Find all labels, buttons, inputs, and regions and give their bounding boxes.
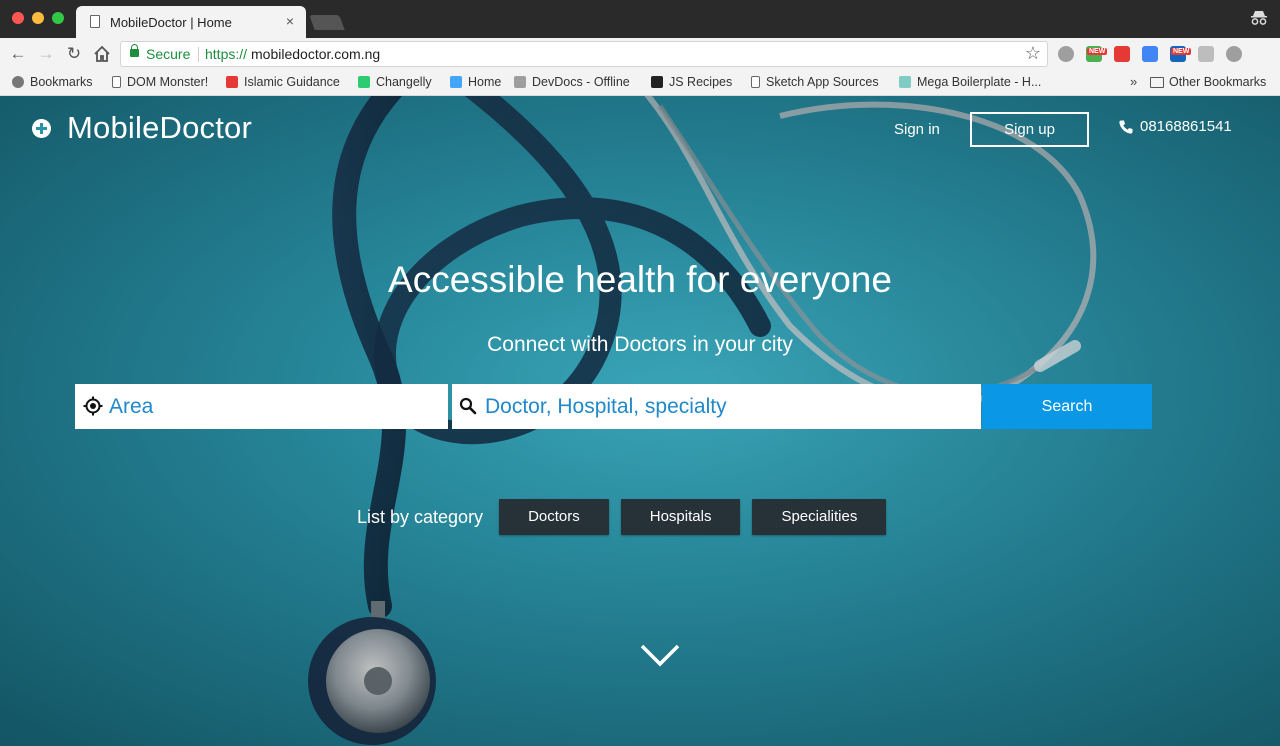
query-input[interactable]	[485, 384, 975, 429]
terminal-icon	[651, 76, 663, 88]
doc-icon	[112, 76, 121, 88]
browser-titlebar: MobileDoctor | Home ×	[0, 0, 1280, 38]
bookmark-item[interactable]: Changelly	[358, 75, 432, 89]
bookmark-label: Islamic Guidance	[244, 75, 340, 89]
bookmark-label: Home	[468, 75, 502, 89]
category-doctors-button[interactable]: Doctors	[499, 499, 609, 535]
bookmark-item[interactable]: JS Recipes	[651, 75, 732, 89]
doc-icon	[751, 76, 760, 88]
site-logo[interactable]: MobileDoctor	[32, 110, 252, 146]
omnibox-divider	[198, 47, 199, 62]
changelly-icon	[358, 76, 370, 88]
phone-contact[interactable]: 08168861541	[1118, 118, 1232, 135]
address-bar[interactable]: Secure https:// mobiledoctor.com.ng ☆	[120, 41, 1048, 67]
bookmark-label: Mega Boilerplate - H...	[917, 75, 1042, 89]
location-target-icon	[83, 396, 103, 416]
chevron-down-icon[interactable]	[640, 642, 680, 670]
tab-close-icon[interactable]: ×	[282, 13, 298, 29]
category-row: List by category Doctors Hospitals Speci…	[357, 499, 898, 535]
query-field[interactable]	[452, 384, 981, 429]
extension-badge: NEW	[1087, 48, 1108, 55]
plus-circle-icon	[32, 118, 51, 138]
other-bookmarks[interactable]: Other Bookmarks	[1150, 75, 1266, 89]
ext-4-icon[interactable]	[1142, 46, 1158, 62]
bookmark-item[interactable]: Mega Boilerplate - H...	[899, 75, 1041, 89]
bookmark-item[interactable]: Home	[450, 75, 501, 89]
bookmark-item[interactable]: Sketch App Sources	[751, 75, 879, 89]
browser-toolbar: ← → ↻ Secure https:// mobiledoctor.com.n…	[0, 38, 1280, 70]
url-scheme: https://	[205, 46, 248, 62]
bookmark-star-icon[interactable]: ☆	[1025, 43, 1041, 64]
bookmarks-overflow-button[interactable]: »	[1130, 74, 1137, 89]
phone-number: 08168861541	[1140, 118, 1232, 135]
hero-section: MobileDoctor Sign in Sign up 08168861541…	[0, 96, 1280, 746]
page-icon	[90, 15, 100, 28]
forward-arrow-icon[interactable]: →	[35, 43, 57, 65]
area-field[interactable]	[75, 384, 448, 429]
home-icon[interactable]	[91, 43, 113, 65]
hero-subheadline: Connect with Doctors in your city	[487, 333, 793, 356]
ext-6-icon[interactable]	[1198, 46, 1214, 62]
incognito-icon	[1251, 11, 1267, 25]
search-button[interactable]: Search	[982, 384, 1152, 429]
search-form: Search	[75, 384, 1152, 429]
bookmark-item[interactable]: Bookmarks	[12, 75, 93, 89]
active-tab[interactable]: MobileDoctor | Home ×	[76, 6, 306, 38]
bookmark-label: Sketch App Sources	[766, 75, 879, 89]
bookmark-label: Changelly	[376, 75, 432, 89]
bookmark-label: JS Recipes	[669, 75, 733, 89]
star-icon	[12, 76, 24, 88]
bookmark-item[interactable]: DOM Monster!	[112, 75, 208, 89]
new-tab-button[interactable]	[309, 15, 345, 30]
bookmark-item[interactable]: DevDocs - Offline	[514, 75, 630, 89]
bookmark-label: DOM Monster!	[127, 75, 209, 89]
devdocs-icon	[514, 76, 526, 88]
folder-icon	[1150, 76, 1164, 88]
back-arrow-icon[interactable]: ←	[7, 43, 29, 65]
ext-3-icon[interactable]	[1114, 46, 1130, 62]
tab-title: MobileDoctor | Home	[110, 15, 232, 30]
bookmark-item[interactable]: Islamic Guidance	[226, 75, 340, 89]
category-label: List by category	[357, 506, 484, 527]
bookmark-label: Bookmarks	[30, 75, 93, 89]
minimize-window-button[interactable]	[32, 12, 44, 24]
ext-7-icon[interactable]	[1226, 46, 1242, 62]
hero-headline: Accessible health for everyone	[388, 259, 892, 300]
security-label: Secure	[146, 46, 191, 62]
extension-badge: NEW	[1171, 48, 1192, 55]
category-specialities-button[interactable]: Specialities	[752, 499, 887, 535]
reload-icon[interactable]: ↻	[63, 43, 85, 65]
boilerplate-icon	[899, 76, 911, 88]
flutter-icon	[450, 76, 462, 88]
bookmarks-bar: Bookmarks DOM Monster! Islamic Guidance Cha…	[0, 70, 1280, 96]
bookmark-label: DevDocs - Offline	[532, 75, 630, 89]
category-hospitals-button[interactable]: Hospitals	[620, 499, 741, 535]
close-window-button[interactable]	[12, 12, 24, 24]
brand-name: MobileDoctor	[67, 110, 253, 145]
search-icon	[459, 397, 477, 415]
sign-up-button[interactable]: Sign up	[970, 112, 1089, 147]
youtube-icon	[226, 76, 238, 88]
area-input[interactable]	[109, 384, 439, 429]
ext-1-icon[interactable]	[1058, 46, 1074, 62]
url-host: mobiledoctor.com.ng	[251, 46, 381, 62]
other-bookmarks-label: Other Bookmarks	[1169, 75, 1267, 89]
zoom-window-button[interactable]	[52, 12, 64, 24]
sign-in-link[interactable]: Sign in	[894, 121, 940, 138]
lock-icon	[130, 44, 139, 57]
phone-icon	[1119, 120, 1133, 134]
